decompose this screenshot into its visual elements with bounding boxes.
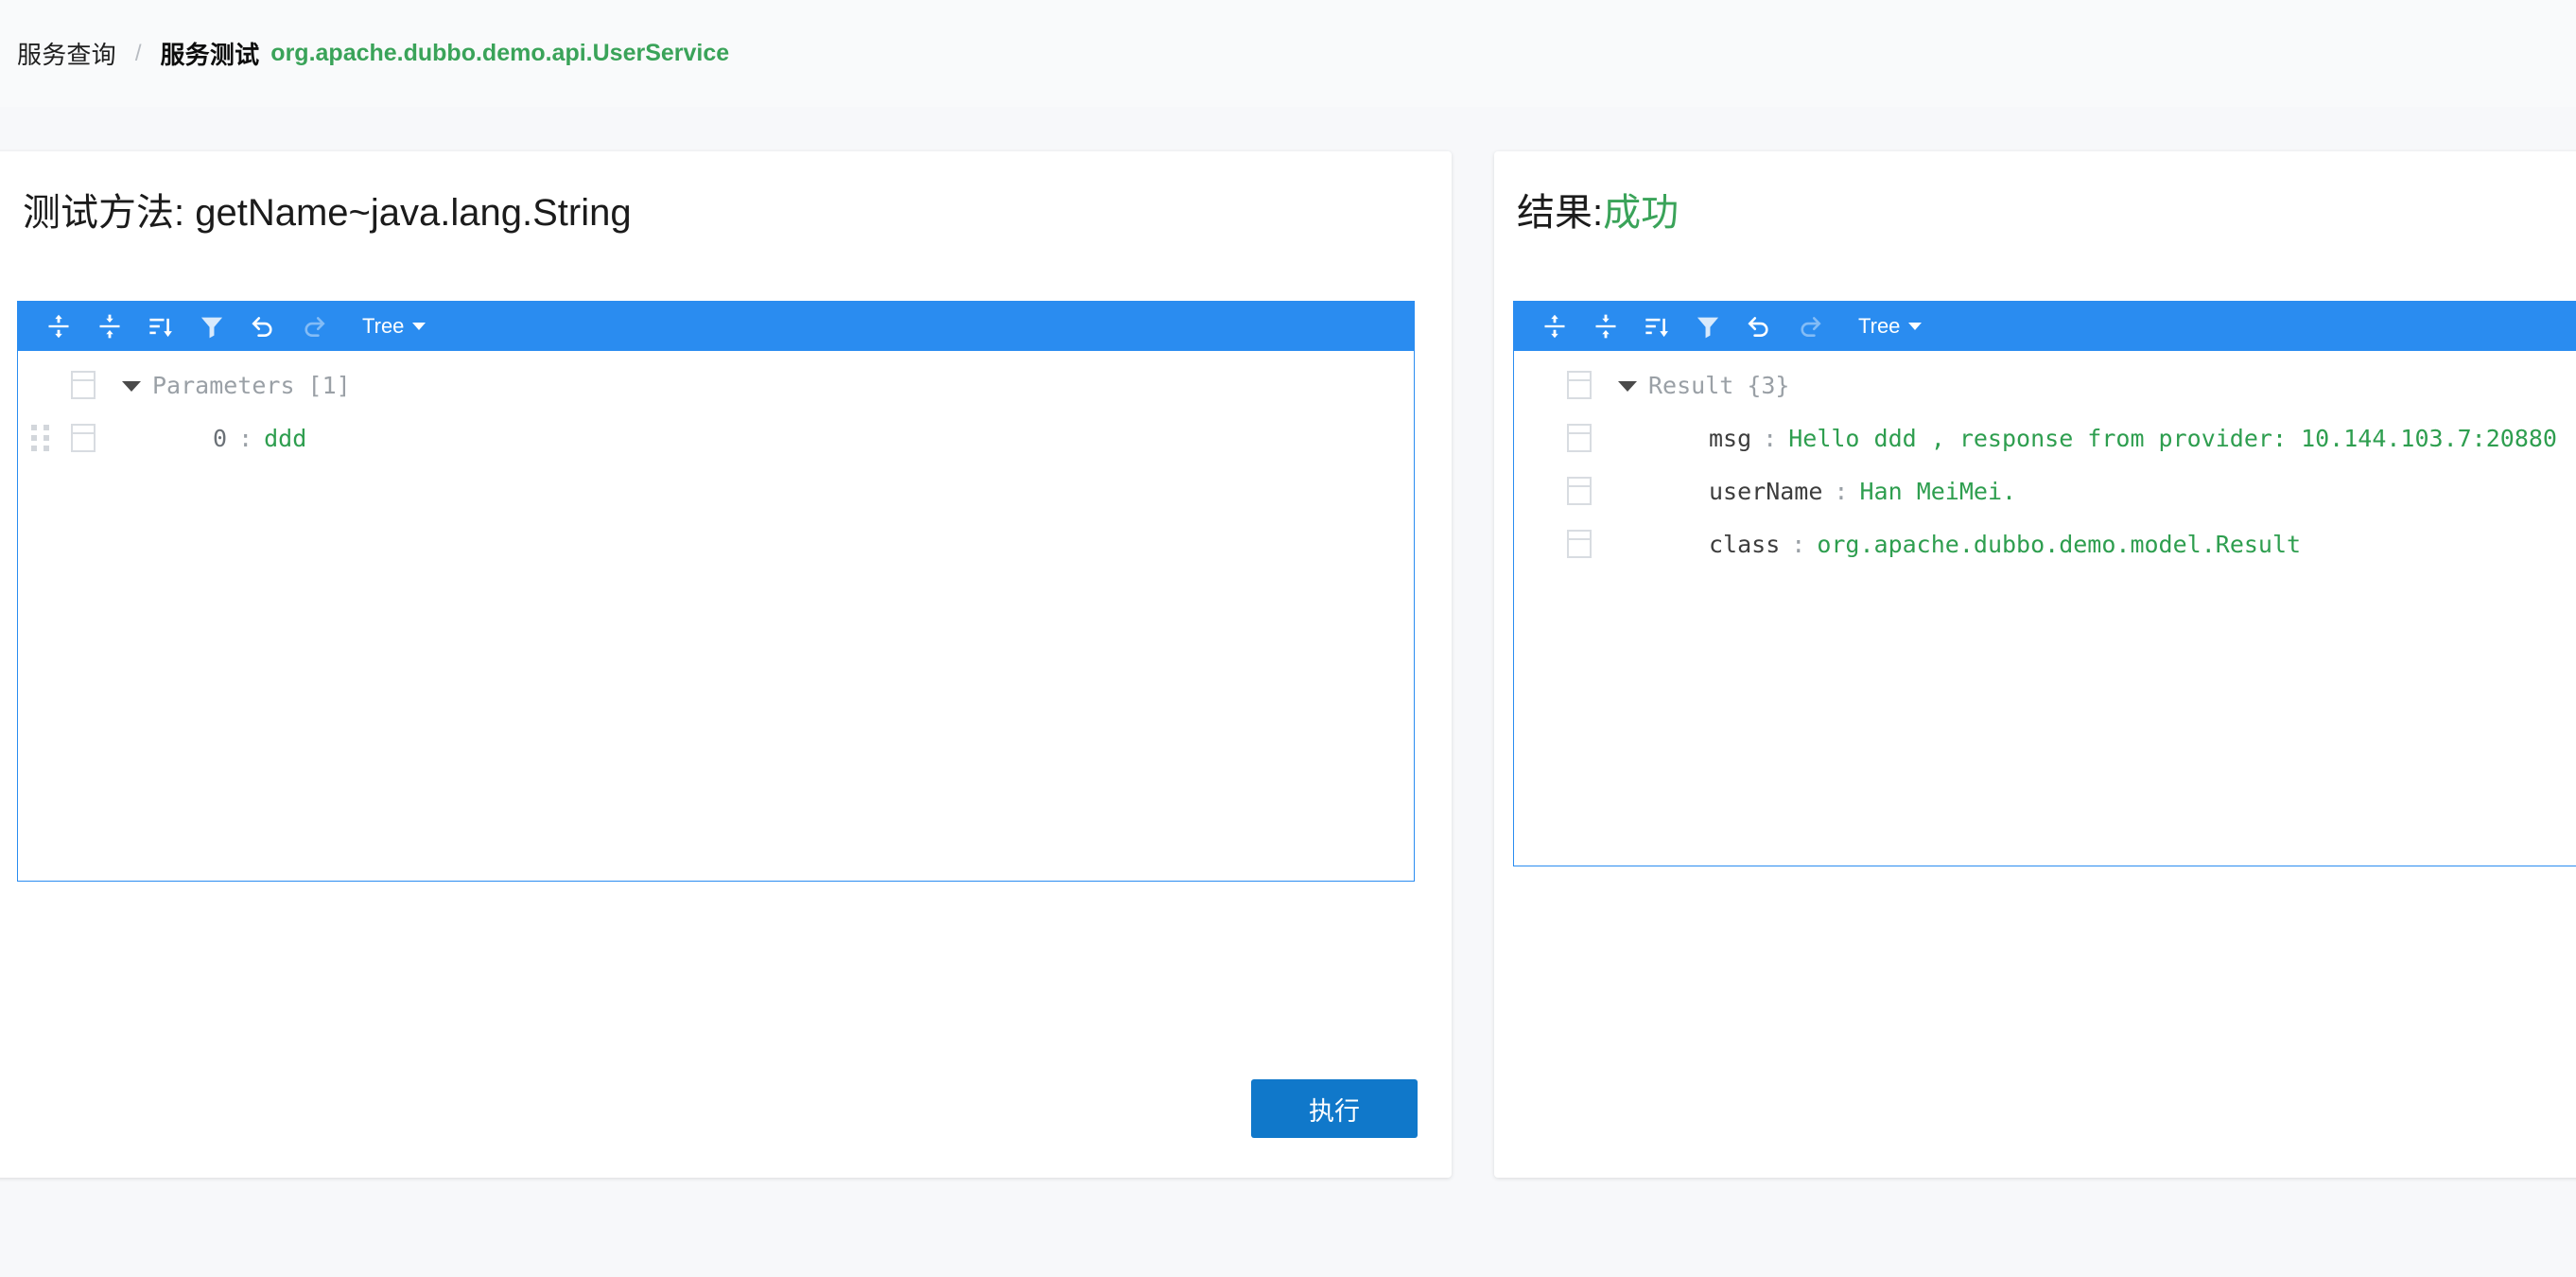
undo-icon[interactable]	[239, 306, 287, 346]
tree-node-colon: :	[1763, 425, 1777, 452]
result-json-editor[interactable]: Tree Result {3} msg: Hello ddd , response f…	[1513, 301, 2576, 866]
result-title: 结果:成功	[1517, 182, 1679, 236]
tree-node-value[interactable]: ddd	[264, 425, 306, 452]
execute-button[interactable]: 执行	[1251, 1079, 1418, 1138]
expand-all-icon[interactable]	[35, 306, 82, 346]
breadcrumb-service-name: org.apache.dubbo.demo.api.UserService	[270, 40, 729, 67]
chevron-down-icon	[412, 323, 426, 330]
tree-node-key[interactable]: Result	[1648, 372, 1733, 399]
redo-icon[interactable]	[290, 306, 338, 346]
tree-node-count: [1]	[308, 372, 351, 399]
tree-node-value[interactable]: Han MeiMei.	[1859, 478, 2016, 505]
node-context-menu-icon[interactable]	[71, 424, 96, 452]
breadcrumb-current: 服务测试	[160, 36, 259, 71]
app-root: 服务查询 / 服务测试 org.apache.dubbo.demo.api.Us…	[0, 0, 2576, 1277]
redo-icon[interactable]	[1786, 306, 1834, 346]
breadcrumb-root[interactable]: 服务查询	[17, 36, 116, 71]
tree-row[interactable]: Result {3}	[1514, 359, 2576, 411]
editor-mode-label: Tree	[362, 314, 404, 339]
breadcrumb: 服务查询 / 服务测试 org.apache.dubbo.demo.api.Us…	[0, 0, 2576, 107]
sort-icon[interactable]	[137, 306, 184, 346]
breadcrumb-separator: /	[135, 41, 142, 67]
test-method-card: 测试方法: getName~java.lang.String	[0, 151, 1452, 1178]
expand-caret-icon[interactable]	[122, 381, 141, 392]
tree-node-key[interactable]: 0	[213, 425, 227, 452]
test-method-title: 测试方法: getName~java.lang.String	[23, 182, 632, 236]
result-card: 结果:成功	[1494, 151, 2576, 1178]
tree-row[interactable]: 0: ddd	[18, 411, 1414, 464]
sort-icon[interactable]	[1633, 306, 1680, 346]
tree-node-key[interactable]: msg	[1709, 425, 1751, 452]
node-context-menu-icon[interactable]	[1567, 477, 1592, 505]
chevron-down-icon	[1908, 323, 1922, 330]
tree-row[interactable]: userName: Han MeiMei.	[1514, 464, 2576, 517]
editor-toolbar-left: Tree	[18, 302, 1414, 351]
undo-icon[interactable]	[1735, 306, 1783, 346]
tree-node-value[interactable]: org.apache.dubbo.demo.model.Result	[1817, 531, 2301, 558]
tree-row[interactable]: msg: Hello ddd , response from provider: …	[1514, 411, 2576, 464]
tree-node-key[interactable]: Parameters	[152, 372, 295, 399]
tree-row[interactable]: class: org.apache.dubbo.demo.model.Result	[1514, 517, 2576, 570]
tree-node-key[interactable]: class	[1709, 531, 1780, 558]
result-status: 成功	[1603, 192, 1679, 234]
tree-node-key[interactable]: userName	[1709, 478, 1822, 505]
parameters-json-editor[interactable]: Tree Parameters [1] 0: ddd	[17, 301, 1415, 882]
editor-mode-dropdown-right[interactable]: Tree	[1858, 314, 1922, 339]
tree-node-colon: :	[238, 425, 252, 452]
collapse-all-icon[interactable]	[1582, 306, 1629, 346]
editor-mode-label: Tree	[1858, 314, 1900, 339]
drag-handle-icon[interactable]	[27, 424, 54, 452]
node-context-menu-icon[interactable]	[1567, 371, 1592, 399]
node-context-menu-icon[interactable]	[71, 371, 96, 399]
tree-node-count: {3}	[1747, 372, 1789, 399]
tree-node-value[interactable]: Hello ddd , response from provider: 10.1…	[1788, 425, 2557, 452]
expand-caret-icon[interactable]	[1618, 381, 1637, 392]
result-title-prefix: 结果:	[1517, 192, 1603, 234]
tree-node-colon: :	[1791, 531, 1805, 558]
expand-all-icon[interactable]	[1531, 306, 1578, 346]
parameters-tree: Parameters [1] 0: ddd	[18, 351, 1414, 464]
filter-icon[interactable]	[1684, 306, 1732, 346]
result-tree: Result {3} msg: Hello ddd , response from p…	[1514, 351, 2576, 570]
filter-icon[interactable]	[188, 306, 235, 346]
node-context-menu-icon[interactable]	[1567, 424, 1592, 452]
editor-toolbar-right: Tree	[1514, 302, 2576, 351]
node-context-menu-icon[interactable]	[1567, 530, 1592, 558]
tree-node-colon: :	[1834, 478, 1848, 505]
editor-mode-dropdown-left[interactable]: Tree	[362, 314, 426, 339]
tree-row[interactable]: Parameters [1]	[18, 359, 1414, 411]
collapse-all-icon[interactable]	[86, 306, 133, 346]
